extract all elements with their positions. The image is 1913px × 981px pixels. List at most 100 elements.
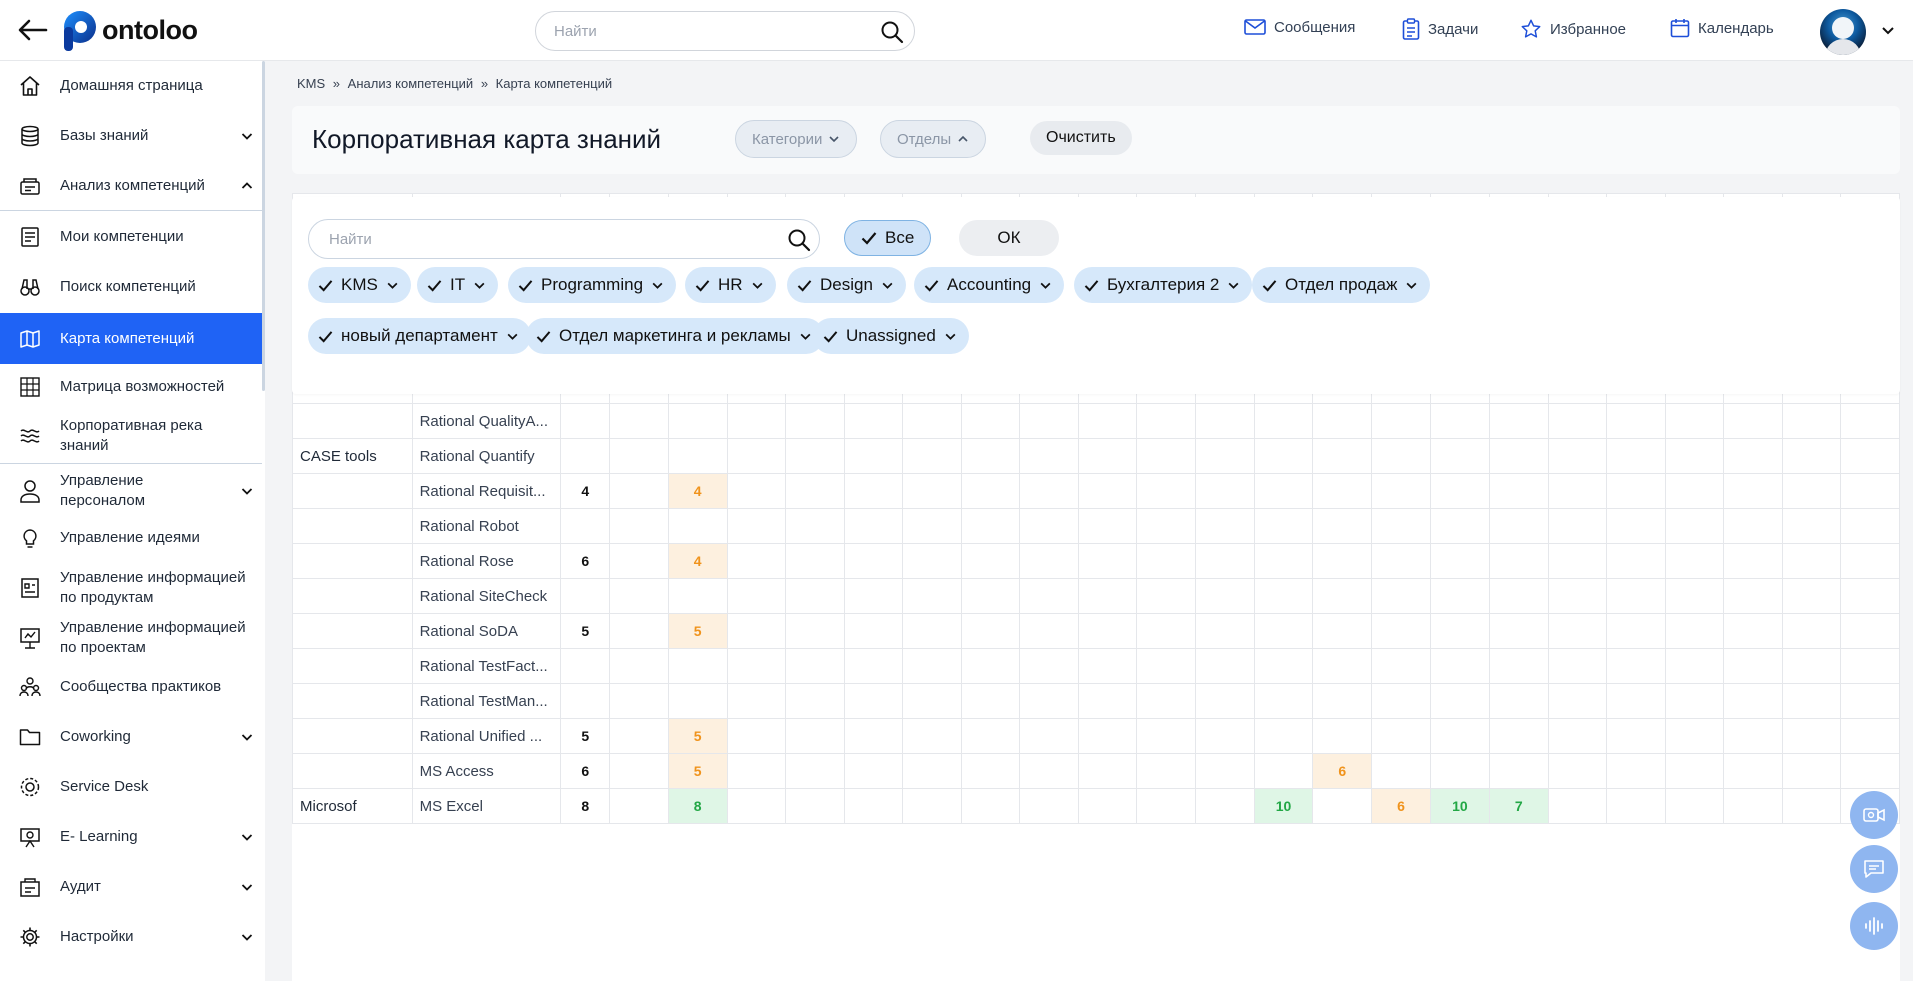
sidebar-item-communities[interactable]: Сообщества практиков <box>0 667 262 707</box>
sidebar-scrollbar[interactable] <box>262 61 265 391</box>
score-cell[interactable] <box>1195 578 1255 614</box>
score-cell[interactable] <box>1781 403 1842 439</box>
score-cell[interactable] <box>1312 648 1373 684</box>
score-cell[interactable] <box>609 788 669 824</box>
score-cell[interactable] <box>1840 613 1900 649</box>
sidebar-item-competence-analysis[interactable]: Анализ компетенций <box>0 166 262 206</box>
score-cell[interactable] <box>1253 753 1314 789</box>
sidebar-item-projects[interactable]: Управление информацией по проектам <box>0 613 262 663</box>
score-cell[interactable] <box>1664 543 1725 579</box>
score-cell[interactable] <box>1253 683 1314 719</box>
score-cell[interactable] <box>1136 543 1196 579</box>
tool-name-cell[interactable]: Rational TestMan... <box>411 683 562 719</box>
score-cell[interactable] <box>1606 718 1666 754</box>
score-cell[interactable] <box>1195 683 1255 719</box>
score-cell[interactable] <box>960 578 1021 614</box>
score-cell[interactable] <box>1840 753 1900 789</box>
score-cell[interactable]: 5 <box>667 753 728 789</box>
score-cell[interactable] <box>1195 648 1255 684</box>
score-cell[interactable] <box>726 403 787 439</box>
score-cell[interactable] <box>726 718 787 754</box>
score-cell[interactable] <box>1019 438 1079 474</box>
tool-name-cell[interactable]: MS Access <box>411 753 562 789</box>
tool-name-cell[interactable]: Rational SiteCheck <box>411 578 562 614</box>
score-cell[interactable] <box>1077 718 1138 754</box>
sidebar-item-competence-map[interactable]: Карта компетенций <box>0 313 262 364</box>
score-cell[interactable] <box>1077 403 1138 439</box>
chevron-down-icon[interactable] <box>386 279 399 292</box>
score-cell[interactable] <box>1371 508 1431 544</box>
score-cell[interactable]: 6 <box>1312 753 1373 789</box>
score-cell[interactable] <box>1840 508 1900 544</box>
score-cell[interactable] <box>1136 648 1196 684</box>
score-cell[interactable] <box>1488 508 1549 544</box>
score-cell[interactable] <box>609 543 669 579</box>
score-cell[interactable] <box>843 753 904 789</box>
score-cell[interactable] <box>726 648 787 684</box>
department-chip[interactable]: IT <box>417 267 499 303</box>
score-cell[interactable] <box>1371 718 1431 754</box>
score-cell[interactable] <box>1371 543 1431 579</box>
score-cell[interactable] <box>1077 473 1138 509</box>
score-cell[interactable] <box>726 788 787 824</box>
messages-link[interactable]: Сообщения <box>1244 18 1355 36</box>
chevron-down-icon[interactable] <box>473 279 486 292</box>
tool-name-cell[interactable]: Rational Quantify <box>411 438 562 474</box>
score-cell[interactable] <box>1781 648 1842 684</box>
score-cell[interactable] <box>1195 788 1255 824</box>
score-cell[interactable] <box>843 508 904 544</box>
score-cell[interactable] <box>1547 753 1608 789</box>
chevron-down-icon[interactable] <box>944 330 957 343</box>
score-cell[interactable] <box>1781 753 1842 789</box>
score-cell[interactable] <box>960 508 1021 544</box>
score-cell[interactable] <box>1077 508 1138 544</box>
score-cell[interactable] <box>1723 683 1783 719</box>
score-cell[interactable] <box>1136 718 1196 754</box>
breadcrumb-item-analysis[interactable]: Анализ компетенций <box>348 76 474 91</box>
score-cell[interactable] <box>1547 403 1608 439</box>
score-cell[interactable] <box>1429 683 1490 719</box>
score-cell[interactable] <box>1840 403 1900 439</box>
score-cell[interactable] <box>1840 683 1900 719</box>
video-call-button[interactable] <box>1850 791 1898 839</box>
score-cell[interactable] <box>1723 788 1783 824</box>
department-chip[interactable]: KMS <box>308 267 411 303</box>
score-cell[interactable] <box>1136 438 1196 474</box>
chevron-down-icon[interactable] <box>506 330 519 343</box>
score-cell[interactable] <box>1781 473 1842 509</box>
score-cell[interactable] <box>785 788 845 824</box>
score-cell[interactable] <box>609 578 669 614</box>
score-cell[interactable] <box>902 683 962 719</box>
score-cell[interactable] <box>1077 578 1138 614</box>
chevron-down-icon[interactable] <box>1405 279 1418 292</box>
score-cell[interactable] <box>1664 648 1725 684</box>
score-cell[interactable] <box>1781 718 1842 754</box>
score-cell[interactable] <box>1781 438 1842 474</box>
score-cell[interactable] <box>843 438 904 474</box>
sidebar-item-hr-management[interactable]: Управление персоналом <box>0 466 262 516</box>
score-cell[interactable] <box>1371 613 1431 649</box>
score-cell[interactable] <box>1547 718 1608 754</box>
score-cell[interactable] <box>1547 683 1608 719</box>
voice-button[interactable] <box>1850 902 1898 950</box>
breadcrumb-item-kms[interactable]: KMS <box>297 76 325 91</box>
score-cell[interactable] <box>1429 403 1490 439</box>
score-cell[interactable] <box>1312 438 1373 474</box>
score-cell[interactable] <box>1723 438 1783 474</box>
score-cell[interactable] <box>726 683 787 719</box>
score-cell[interactable] <box>1253 473 1314 509</box>
chevron-down-icon[interactable] <box>1880 22 1896 38</box>
score-cell[interactable] <box>960 718 1021 754</box>
departments-dropdown[interactable]: Отделы <box>880 120 987 158</box>
score-cell[interactable] <box>1488 648 1549 684</box>
score-cell[interactable]: 7 <box>1488 788 1549 824</box>
score-cell[interactable]: 4 <box>667 473 728 509</box>
score-cell[interactable] <box>667 683 728 719</box>
score-cell[interactable] <box>1723 648 1783 684</box>
score-cell[interactable] <box>1840 648 1900 684</box>
score-cell[interactable] <box>1136 753 1196 789</box>
score-cell[interactable] <box>1371 648 1431 684</box>
score-cell[interactable] <box>1195 438 1255 474</box>
score-cell[interactable] <box>1371 473 1431 509</box>
score-cell[interactable] <box>726 543 787 579</box>
